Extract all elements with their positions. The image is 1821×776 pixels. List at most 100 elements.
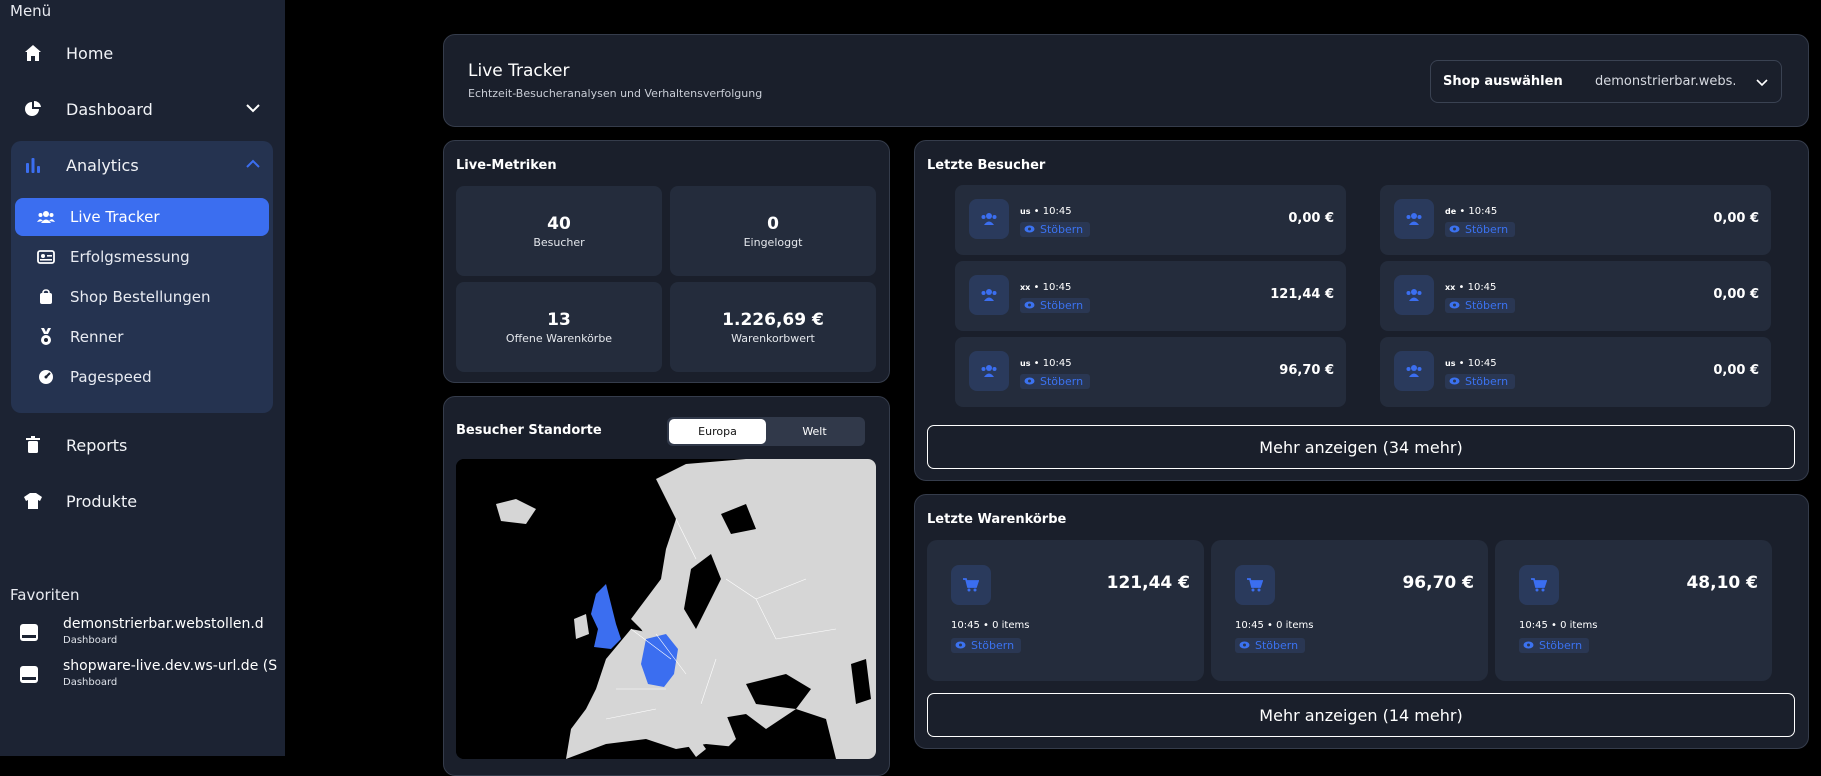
more-visitors-button[interactable]: Mehr anzeigen (34 mehr)	[927, 425, 1795, 469]
status-label: Stöbern	[1040, 223, 1084, 236]
metric-label: Eingeloggt	[743, 236, 803, 249]
sidebar-item-label: Erfolgsmessung	[70, 248, 190, 266]
users-icon	[969, 199, 1009, 239]
nav-dashboard[interactable]: Dashboard	[22, 94, 267, 124]
medal-icon	[37, 328, 55, 346]
cart-amount: 96,70 €	[1402, 573, 1474, 593]
page-title: Live Tracker	[468, 61, 570, 81]
visitor-card[interactable]: us • 10:45 Stöbern 0,00 €	[955, 185, 1346, 255]
visitor-country: us	[1020, 359, 1031, 368]
cart-meta: 10:45 • 0 items	[1235, 620, 1314, 631]
status-badge: Stöbern	[1445, 374, 1516, 389]
status-label: Stöbern	[1255, 639, 1299, 652]
chevron-down-icon	[1755, 74, 1769, 93]
metrics-title: Live-Metriken	[456, 158, 557, 173]
visitor-card[interactable]: us • 10:45 Stöbern 96,70 €	[955, 337, 1346, 407]
visitor-amount: 121,44 €	[1270, 287, 1334, 302]
shopping-bag-icon	[37, 288, 55, 306]
cart-meta: 10:45 • 0 items	[951, 620, 1030, 631]
carts-title: Letzte Warenkörbe	[927, 512, 1067, 527]
visitor-amount: 0,00 €	[1288, 211, 1334, 226]
metric-card: 1.226,69 € Warenkorbwert	[670, 282, 876, 372]
sidebar-item-erfolgsmessung[interactable]: Erfolgsmessung	[15, 238, 269, 276]
metric-card: 0 Eingeloggt	[670, 186, 876, 276]
status-label: Stöbern	[971, 639, 1015, 652]
shop-select[interactable]: Shop auswählen demonstrierbar.webs...	[1430, 60, 1782, 103]
locations-title: Besucher Standorte	[456, 423, 602, 438]
favorite-name: shopware-live.dev.ws-url.de (S	[63, 658, 278, 674]
tab-welt[interactable]: Welt	[766, 419, 863, 444]
favorite-item[interactable]: shopware-live.dev.ws-url.de (S Dashboard	[18, 658, 278, 694]
status-label: Stöbern	[1465, 299, 1509, 312]
cart-card[interactable]: 96,70 € 10:45 • 0 items Stöbern	[1211, 540, 1488, 681]
carts-panel: Letzte Warenkörbe 121,44 € 10:45 • 0 ite…	[914, 494, 1809, 749]
cart-icon	[1519, 565, 1559, 605]
eye-icon	[1449, 299, 1460, 312]
europe-map[interactable]	[456, 459, 876, 759]
visitor-card[interactable]: xx • 10:45 Stöbern 121,44 €	[955, 261, 1346, 331]
shop-select-value: demonstrierbar.webs...	[1595, 74, 1735, 89]
trash-icon	[22, 434, 44, 456]
region-toggle: Europa Welt	[667, 417, 865, 446]
visitor-amount: 96,70 €	[1279, 363, 1334, 378]
status-badge: Stöbern	[1020, 222, 1091, 237]
nav-home[interactable]: Home	[22, 38, 267, 68]
nav-produkte[interactable]: Produkte	[22, 486, 267, 516]
visitor-meta: us • 10:45	[1020, 206, 1072, 217]
nav-produkte-label: Produkte	[66, 491, 138, 511]
chevron-up-icon[interactable]	[245, 156, 261, 176]
status-label: Stöbern	[1539, 639, 1583, 652]
pie-chart-icon	[22, 98, 44, 120]
metric-label: Warenkorbwert	[731, 332, 815, 345]
users-icon	[969, 351, 1009, 391]
metric-value: 40	[547, 214, 571, 234]
europe-map-svg	[456, 459, 876, 759]
visitor-meta: us • 10:45	[1020, 358, 1072, 369]
eye-icon	[1024, 299, 1035, 312]
status-badge: Stöbern	[1020, 374, 1091, 389]
visitor-time: • 10:45	[1033, 282, 1072, 293]
shirt-icon	[22, 490, 44, 512]
chevron-down-icon[interactable]	[245, 100, 261, 120]
visitor-time: • 10:45	[1458, 358, 1497, 369]
store-icon	[20, 624, 38, 641]
speedometer-icon	[37, 368, 55, 386]
nav-dashboard-label: Dashboard	[66, 99, 153, 119]
status-badge: Stöbern	[1445, 222, 1516, 237]
metric-label: Besucher	[533, 236, 585, 249]
nav-reports[interactable]: Reports	[22, 430, 267, 460]
metrics-panel: Live-Metriken 40 Besucher 0 Eingeloggt 1…	[443, 140, 890, 383]
sidebar-item-pagespeed[interactable]: Pagespeed	[15, 358, 269, 396]
cart-card[interactable]: 121,44 € 10:45 • 0 items Stöbern	[927, 540, 1204, 681]
status-badge: Stöbern	[1235, 638, 1306, 653]
metric-card: 13 Offene Warenkörbe	[456, 282, 662, 372]
users-icon	[37, 208, 55, 226]
visitor-country: de	[1445, 207, 1457, 216]
nav-analytics[interactable]: Analytics	[22, 150, 267, 180]
visitors-panel: Letzte Besucher us • 10:45 Stöbern 0,00 …	[914, 140, 1809, 481]
cart-amount: 48,10 €	[1686, 573, 1758, 593]
sidebar-item-label: Renner	[70, 328, 124, 346]
sidebar-item-renner[interactable]: Renner	[15, 318, 269, 356]
sidebar-item-label: Live Tracker	[70, 208, 160, 226]
visitor-time: • 10:45	[1458, 282, 1497, 293]
users-icon	[1394, 351, 1434, 391]
visitor-time: • 10:45	[1033, 358, 1072, 369]
cart-card[interactable]: 48,10 € 10:45 • 0 items Stöbern	[1495, 540, 1772, 681]
visitor-country: xx	[1020, 283, 1031, 292]
bar-chart-icon	[22, 154, 44, 176]
favorite-item[interactable]: demonstrierbar.webstollen.d Dashboard	[18, 616, 278, 652]
users-icon	[969, 275, 1009, 315]
more-carts-button[interactable]: Mehr anzeigen (14 mehr)	[927, 693, 1795, 737]
visitor-meta: us • 10:45	[1445, 358, 1497, 369]
visitor-card[interactable]: xx • 10:45 Stöbern 0,00 €	[1380, 261, 1771, 331]
visitor-card[interactable]: de • 10:45 Stöbern 0,00 €	[1380, 185, 1771, 255]
visitor-card[interactable]: us • 10:45 Stöbern 0,00 €	[1380, 337, 1771, 407]
sidebar-item-live-tracker[interactable]: Live Tracker	[15, 198, 269, 236]
cart-icon	[951, 565, 991, 605]
status-badge: Stöbern	[951, 638, 1022, 653]
sidebar-item-shop-bestellungen[interactable]: Shop Bestellungen	[15, 278, 269, 316]
metric-value: 13	[547, 310, 571, 330]
store-icon	[20, 666, 38, 683]
tab-europa[interactable]: Europa	[669, 419, 766, 444]
